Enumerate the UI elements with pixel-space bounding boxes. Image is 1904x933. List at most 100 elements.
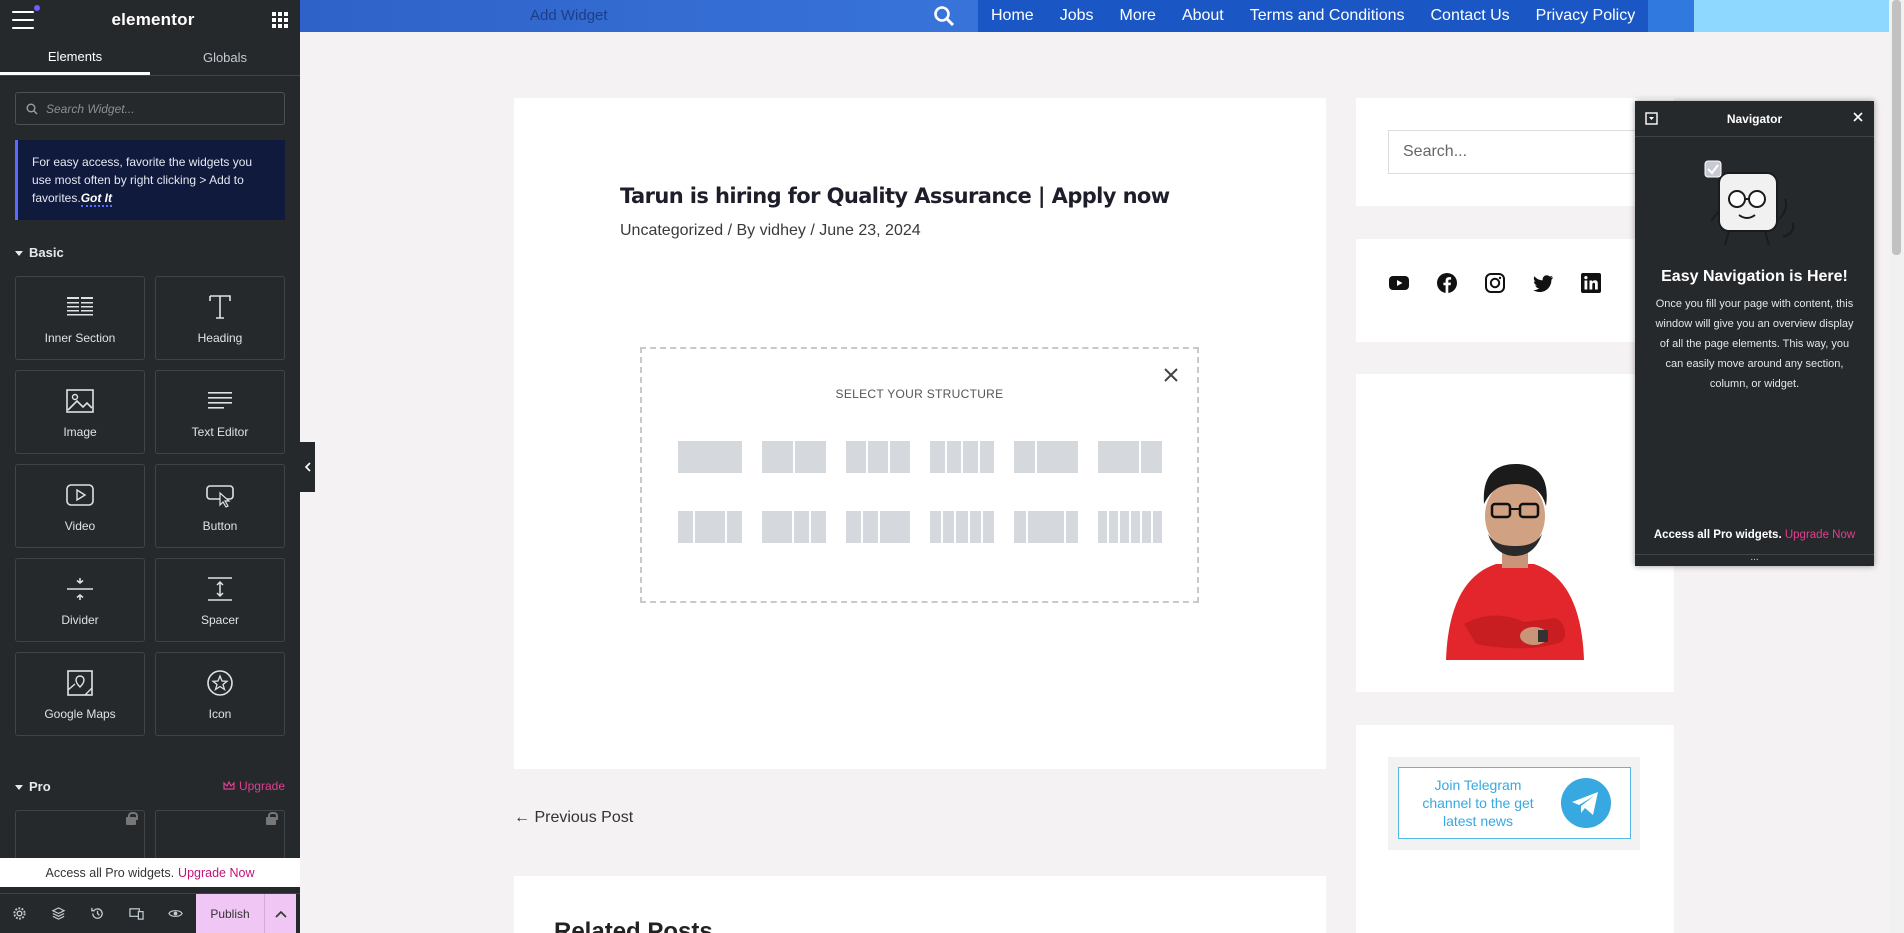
structure-preset[interactable] bbox=[762, 511, 826, 543]
tab-elements[interactable]: Elements bbox=[0, 40, 150, 75]
widget-label: Google Maps bbox=[44, 706, 116, 721]
basic-section-header[interactable]: Basic bbox=[0, 242, 300, 262]
lock-icon bbox=[126, 812, 138, 825]
close-structure-button[interactable] bbox=[1163, 367, 1179, 388]
navigator-close-button[interactable] bbox=[1852, 111, 1864, 126]
widget-label: Button bbox=[202, 518, 238, 533]
widget-label: Video bbox=[64, 518, 96, 533]
add-widget-label[interactable]: Add Widget bbox=[530, 7, 608, 24]
menu-item-terms[interactable]: Terms and Conditions bbox=[1237, 0, 1418, 32]
collapse-panel-button[interactable] bbox=[300, 442, 315, 492]
publish-button[interactable]: Publish bbox=[196, 893, 264, 933]
got-it-link[interactable]: Got It bbox=[80, 191, 113, 207]
history-button[interactable] bbox=[78, 894, 117, 933]
meta-by: / By bbox=[723, 222, 760, 239]
hamburger-menu-icon[interactable] bbox=[12, 5, 40, 29]
structure-preset[interactable] bbox=[846, 441, 910, 473]
scrollbar-thumb[interactable] bbox=[1892, 0, 1901, 255]
widget-heading[interactable]: Heading bbox=[155, 276, 285, 360]
youtube-icon[interactable] bbox=[1388, 272, 1410, 294]
widget-video[interactable]: Video bbox=[15, 464, 145, 548]
structure-preset[interactable] bbox=[930, 441, 994, 473]
pro-section-header[interactable]: Pro Upgrade bbox=[0, 776, 300, 796]
widget-spacer[interactable]: Spacer bbox=[155, 558, 285, 642]
widget-icon[interactable]: Icon bbox=[155, 652, 285, 736]
close-icon bbox=[1164, 368, 1178, 382]
structure-preset[interactable] bbox=[1014, 511, 1078, 543]
navigator-upgrade-link[interactable]: Upgrade Now bbox=[1785, 529, 1855, 541]
chevron-up-icon bbox=[274, 910, 287, 918]
panel-footer: Publish bbox=[0, 893, 300, 933]
navigator-button[interactable] bbox=[39, 894, 78, 933]
widget-text-editor[interactable]: Text Editor bbox=[155, 370, 285, 454]
menu-item-jobs[interactable]: Jobs bbox=[1047, 0, 1107, 32]
structure-row bbox=[678, 441, 1162, 473]
widget-search-input[interactable] bbox=[46, 101, 266, 116]
widget-label: Icon bbox=[208, 706, 232, 721]
facebook-icon[interactable] bbox=[1436, 272, 1458, 294]
google-maps-icon bbox=[67, 669, 93, 696]
menu-item-about[interactable]: About bbox=[1169, 0, 1237, 32]
linkedin-icon[interactable] bbox=[1580, 272, 1602, 294]
page-scrollbar[interactable] bbox=[1889, 0, 1904, 933]
twitter-icon[interactable] bbox=[1532, 272, 1554, 294]
upgrade-link[interactable]: Upgrade bbox=[223, 779, 285, 793]
menu-item-contact[interactable]: Contact Us bbox=[1418, 0, 1523, 32]
related-posts-title: Related Posts bbox=[554, 918, 713, 933]
navigator-illustration-icon bbox=[1704, 160, 1795, 246]
structure-preset[interactable] bbox=[1098, 511, 1162, 543]
instagram-icon[interactable] bbox=[1484, 272, 1506, 294]
widget-divider[interactable]: Divider bbox=[15, 558, 145, 642]
responsive-mode-button[interactable] bbox=[117, 894, 156, 933]
structure-preset[interactable] bbox=[762, 441, 826, 473]
caret-down-icon bbox=[15, 250, 23, 256]
widget-image[interactable]: Image bbox=[15, 370, 145, 454]
menu-item-privacy[interactable]: Privacy Policy bbox=[1523, 0, 1649, 32]
navigator-resize-handle[interactable]: ... bbox=[1635, 553, 1874, 566]
telegram-banner: Join Telegram channel to the get latest … bbox=[1388, 757, 1640, 850]
sidebar-telegram-widget: Join Telegram channel to the get latest … bbox=[1356, 725, 1674, 933]
navigator-title: Navigator bbox=[1726, 111, 1783, 126]
settings-button[interactable] bbox=[0, 894, 39, 933]
structure-preset[interactable] bbox=[1098, 441, 1162, 473]
sidebar-profile-photo bbox=[1356, 374, 1674, 692]
post-title: Tarun is hiring for Quality Assurance | … bbox=[620, 184, 1170, 208]
post-meta: Uncategorized / By vidhey / June 23, 202… bbox=[620, 222, 921, 240]
pro-widgets-bar: Access all Pro widgets. Upgrade Now bbox=[0, 858, 300, 887]
text-editor-icon bbox=[208, 391, 232, 409]
elementor-panel: elementor Elements Globals For easy acce… bbox=[0, 0, 300, 933]
star-icon bbox=[207, 669, 233, 696]
author-link[interactable]: vidhey bbox=[760, 222, 806, 239]
navigator-toggle-all-button[interactable] bbox=[1645, 112, 1658, 128]
structure-preset[interactable] bbox=[678, 441, 742, 473]
structure-preset[interactable] bbox=[678, 511, 742, 543]
preview-button[interactable] bbox=[156, 894, 195, 933]
menu-item-more[interactable]: More bbox=[1106, 0, 1168, 32]
navigator-header[interactable]: Navigator bbox=[1635, 101, 1874, 137]
menu-item-home[interactable]: Home bbox=[978, 0, 1047, 32]
spacer-icon bbox=[208, 576, 232, 601]
related-posts-card: Related Posts bbox=[514, 876, 1326, 933]
sidebar-search-input[interactable]: Search... bbox=[1388, 130, 1668, 174]
apps-grid-icon[interactable] bbox=[272, 12, 288, 28]
tab-globals[interactable]: Globals bbox=[150, 40, 300, 75]
header-search-button[interactable] bbox=[932, 4, 956, 33]
widget-label: Image bbox=[63, 424, 97, 439]
category-link[interactable]: Uncategorized bbox=[620, 222, 723, 239]
join-telegram-link[interactable]: Join Telegram channel to the get latest … bbox=[1398, 767, 1631, 839]
publish-options-button[interactable] bbox=[264, 893, 296, 933]
structure-preset[interactable] bbox=[846, 511, 910, 543]
structure-title: SELECT YOUR STRUCTURE bbox=[835, 387, 1004, 401]
upgrade-now-link[interactable]: Upgrade Now bbox=[178, 866, 254, 880]
crown-icon bbox=[223, 781, 235, 790]
panel-tabs: Elements Globals bbox=[0, 40, 300, 76]
close-icon bbox=[1853, 112, 1863, 122]
telegram-icon bbox=[1561, 778, 1611, 828]
structure-preset[interactable] bbox=[1014, 441, 1078, 473]
widget-google-maps[interactable]: Google Maps bbox=[15, 652, 145, 736]
structure-preset[interactable] bbox=[930, 511, 995, 543]
navigator-pro-bar: Access all Pro widgets. Upgrade Now bbox=[1635, 529, 1874, 541]
previous-post-link[interactable]: ← Previous Post bbox=[514, 809, 633, 827]
widget-button[interactable]: Button bbox=[155, 464, 285, 548]
widget-inner-section[interactable]: Inner Section bbox=[15, 276, 145, 360]
